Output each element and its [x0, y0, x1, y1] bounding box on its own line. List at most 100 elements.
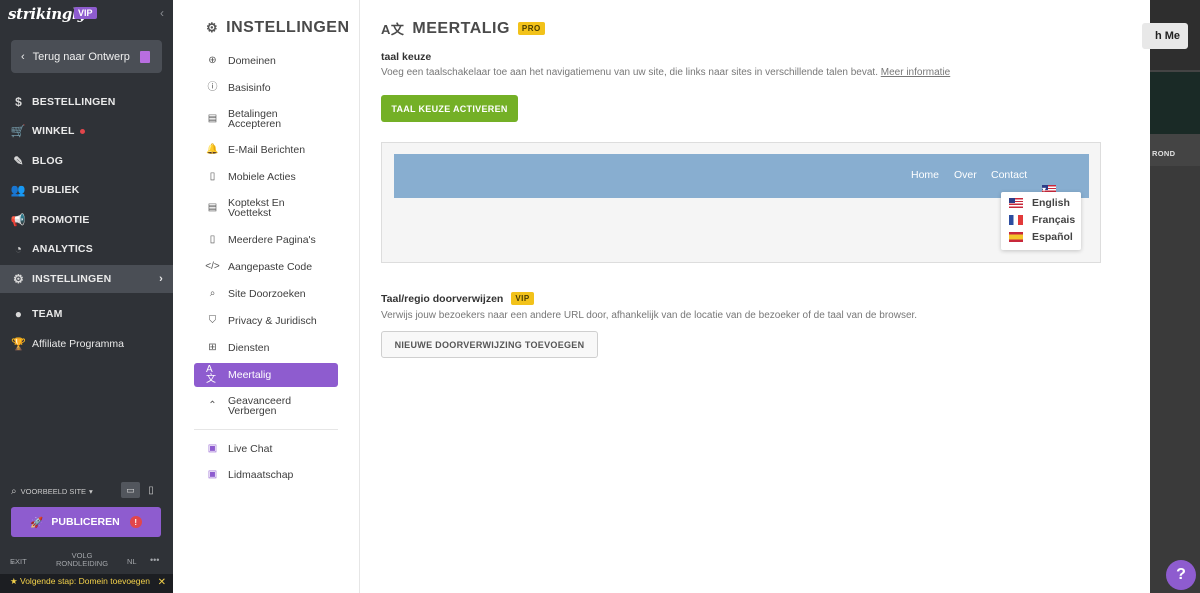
settings-nav: ⚙ INSTELLINGEN ⊕ Domeinen ⓘ Basisinfo ▤ Bet… — [173, 0, 360, 593]
back-to-design-button[interactable]: ‹ Terug naar Ontwerp — [11, 40, 162, 73]
settings-item-koptekst[interactable]: ▤ Koptekst En Voettekst — [194, 197, 338, 219]
code-icon: </> — [205, 261, 220, 272]
sidebar-item-bestellingen[interactable]: $ BESTELLINGEN — [0, 88, 173, 116]
fr-flag-icon — [1009, 215, 1023, 225]
activate-lang-switch-button[interactable]: TAAL KEUZE ACTIVEREN — [381, 95, 518, 122]
left-sidebar: strikingly VIP ‹ ‹ Terug naar Ontwerp $ … — [0, 0, 173, 593]
add-redirect-button[interactable]: NIEUWE DOORVERWIJZING TOEVOEGEN — [381, 331, 598, 358]
settings-item-label: Site Doorzoeken — [228, 288, 306, 300]
settings-item-label: Meertalig — [228, 369, 272, 381]
grid-icon: ⊞ — [208, 342, 217, 353]
sidebar-item-winkel[interactable]: 🛒 WINKEL — [0, 117, 173, 145]
settings-item-label: Aangepaste Code — [228, 261, 313, 273]
language-option-label: Español — [1032, 231, 1073, 243]
trophy-icon: 🏆 — [11, 337, 26, 351]
sidebar-item-promotie[interactable]: 📢 PROMOTIE — [0, 206, 173, 234]
sidebar-item-affiliate[interactable]: 🏆 Affiliate Programma — [0, 330, 173, 358]
settings-divider — [194, 429, 338, 430]
close-icon[interactable]: ✕ — [158, 578, 166, 588]
settings-item-label: Koptekst En Voettekst — [228, 197, 285, 219]
settings-title: ⚙ INSTELLINGEN — [206, 19, 350, 37]
settings-item-mobiel[interactable]: ▯ Mobiele Acties — [194, 171, 338, 183]
chevron-left-icon: ‹ — [21, 50, 25, 63]
next-step-banner[interactable]: ★ Volgende stap: Domein toevoegen ✕ — [0, 574, 173, 593]
vip-badge: VIP — [74, 7, 97, 19]
caret-down-icon: ▾ — [89, 486, 93, 496]
lang-switch-description: Voeg een taalschakelaar toe aan het navi… — [381, 67, 950, 78]
sidebar-item-label: BLOG — [32, 155, 64, 167]
settings-item-betalingen[interactable]: ▤ Betalingen Accepteren — [194, 109, 338, 130]
more-icon[interactable]: ••• — [150, 555, 159, 565]
tour-button[interactable]: VOLG RONDLEIDING — [52, 552, 112, 568]
settings-item-domeinen[interactable]: ⊕ Domeinen — [194, 55, 338, 67]
settings-item-label: Privacy & Juridisch — [228, 315, 317, 327]
settings-item-doorzoeken[interactable]: ⌕ Site Doorzoeken — [194, 288, 338, 300]
es-flag-icon — [1009, 232, 1023, 242]
next-step-text: Volgende stap: Domein toevoegen — [20, 576, 150, 586]
exit-label: EXIT — [10, 557, 27, 566]
lang-switch-label: taal keuze — [381, 51, 432, 63]
sidebar-item-analytics[interactable]: ◔ ANALYTICS — [0, 235, 173, 263]
editor-section-dark — [1150, 72, 1200, 134]
settings-item-label: E-Mail Berichten — [228, 144, 306, 156]
people-icon: 👥 — [10, 183, 27, 197]
collapse-sidebar-icon[interactable]: ‹ — [160, 6, 164, 20]
preview-site-selector[interactable]: ⌕ VOORBEELD SITE ▾ — [11, 482, 163, 500]
editor-section — [1150, 166, 1200, 593]
settings-item-privacy[interactable]: ⛉ Privacy & Juridisch — [194, 315, 338, 327]
language-option: Español — [1009, 231, 1073, 243]
lang-switch-description-text: Voeg een taalschakelaar toe aan het navi… — [381, 67, 878, 78]
editor-topbar: h Me — [1142, 0, 1200, 70]
sidebar-item-label: WINKEL — [32, 125, 75, 137]
more-info-link[interactable]: Meer informatie — [881, 67, 950, 78]
settings-item-paginas[interactable]: ▯ Meerdere Pagina's — [194, 235, 338, 246]
settings-item-lidmaatschap[interactable]: ▣ Lidmaatschap — [194, 469, 338, 481]
pen-icon: ✎ — [13, 154, 24, 168]
settings-item-code[interactable]: </> Aangepaste Code — [194, 261, 338, 273]
lang-switch-preview: Home Over Contact ▾ — [381, 142, 1101, 263]
page-title-label: MEERTALIG — [412, 19, 510, 37]
settings-item-meertalig[interactable]: A文 Meertalig — [194, 363, 338, 387]
settings-item-label: Live Chat — [228, 443, 273, 455]
sidebar-footer: ← EXIT VOLG RONDLEIDING NL ••• — [0, 549, 173, 573]
desktop-view-button[interactable]: ▭ — [121, 482, 140, 498]
gear-icon: ⚙ — [13, 272, 24, 286]
publish-button[interactable]: 🚀 PUBLICEREN ! — [11, 507, 161, 537]
settings-item-diensten[interactable]: ⊞ Diensten — [194, 342, 338, 354]
editor-background: h Me ROND — [1142, 0, 1200, 593]
sidebar-item-instellingen[interactable]: ⚙ INSTELLINGEN › — [0, 265, 173, 293]
language-button[interactable]: NL — [127, 557, 137, 566]
settings-item-basisinfo[interactable]: ⓘ Basisinfo — [194, 83, 338, 94]
publish-label: PUBLICEREN — [51, 516, 120, 528]
megaphone-icon: 📢 — [10, 213, 27, 227]
sidebar-item-publiek[interactable]: 👥 PUBLIEK — [0, 176, 173, 204]
shield-icon: ⛉ — [208, 315, 217, 326]
mobile-view-button[interactable]: ▯ — [146, 482, 156, 498]
chat-icon: ▣ — [207, 443, 218, 454]
settings-item-geavanceerd[interactable]: ⌃ Geavanceerd Verbergen — [194, 396, 338, 417]
settings-item-email[interactable]: 🔔 E-Mail Berichten — [194, 144, 338, 156]
sidebar-item-label: Affiliate Programma — [32, 338, 125, 350]
settings-item-label: Diensten — [228, 342, 270, 354]
sidebar-item-label: PUBLIEK — [32, 184, 80, 196]
search-icon: ⌕ — [11, 485, 17, 497]
desktop-icon: ▭ — [126, 484, 135, 495]
search-icon: ⌕ — [209, 288, 216, 299]
settings-item-label: Domeinen — [228, 55, 276, 67]
settings-item-label: Lidmaatschap — [228, 469, 294, 481]
redirect-label: Taal/regio doorverwijzen VIP — [381, 292, 534, 305]
settings-item-livechat[interactable]: ▣ Live Chat — [194, 443, 338, 455]
sidebar-item-team[interactable]: ● TEAM — [0, 300, 173, 328]
sidebar-item-label: ANALYTICS — [32, 243, 93, 255]
mobile-icon: ▯ — [209, 171, 216, 182]
gear-icon: ⚙ — [206, 20, 219, 35]
pie-chart-icon: ◔ — [14, 242, 23, 256]
editor-top-button[interactable]: h Me — [1142, 23, 1188, 49]
globe-icon: ⊕ — [208, 55, 217, 66]
help-button[interactable]: ? — [1166, 560, 1196, 590]
redirect-label-text: Taal/regio doorverwijzen — [381, 292, 504, 305]
language-option-label: English — [1032, 197, 1070, 209]
translate-icon: A文 — [381, 22, 405, 37]
sidebar-item-blog[interactable]: ✎ BLOG — [0, 147, 173, 175]
translate-icon: A文 — [206, 364, 216, 385]
